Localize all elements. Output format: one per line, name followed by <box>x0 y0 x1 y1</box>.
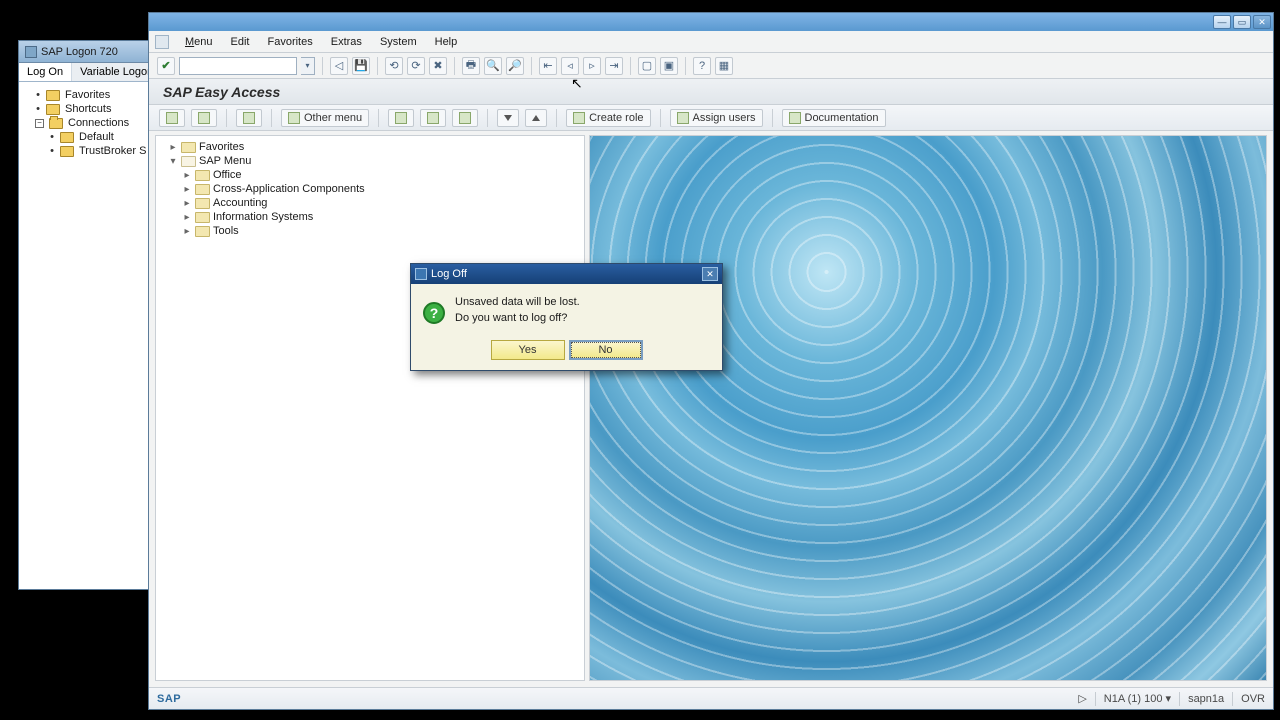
add-favorite-button[interactable] <box>159 109 185 127</box>
content-area: ▸Favorites ▾SAP Menu ▸Office ▸Cross-Appl… <box>149 131 1273 687</box>
status-mode: OVR <box>1232 692 1265 706</box>
dialog-titlebar[interactable]: Log Off ✕ <box>411 264 722 284</box>
prev-page-icon[interactable]: ◃ <box>561 57 579 75</box>
doc-add-icon <box>166 112 178 124</box>
edit-button[interactable] <box>452 109 478 127</box>
check-icon: ✔ <box>161 59 170 72</box>
new-session-icon[interactable]: ▢ <box>638 57 656 75</box>
help-icon[interactable]: ? <box>693 57 711 75</box>
layout-icon[interactable]: ▦ <box>715 57 733 75</box>
folder-icon <box>195 198 210 209</box>
command-field[interactable] <box>179 57 297 75</box>
assign-users-button[interactable]: Assign users <box>670 109 763 127</box>
folder-icon <box>195 212 210 223</box>
status-host: sapn1a <box>1179 692 1224 706</box>
display-button[interactable] <box>388 109 414 127</box>
back-button[interactable]: ◁ <box>330 57 348 75</box>
save-button[interactable]: 💾 <box>352 57 370 75</box>
menu-favorites[interactable]: Favorites <box>260 34 321 50</box>
tree-accounting[interactable]: ▸Accounting <box>160 196 580 210</box>
back-icon[interactable]: ⟲ <box>385 57 403 75</box>
folder-icon <box>195 184 210 195</box>
dialog-text: Unsaved data will be lost. Do you want t… <box>455 294 580 326</box>
users-icon <box>677 112 689 124</box>
triangle-down-icon <box>504 115 512 121</box>
folder-open-icon <box>181 156 196 167</box>
question-icon: ? <box>423 302 445 324</box>
logoff-dialog: Log Off ✕ ? Unsaved data will be lost. D… <box>410 263 723 371</box>
folder-icon <box>243 112 255 124</box>
grid-icon <box>395 112 407 124</box>
role-icon <box>573 112 585 124</box>
tree-tools[interactable]: ▸Tools <box>160 224 580 238</box>
folder-icon <box>195 226 210 237</box>
sap-logo: SAP <box>157 693 181 705</box>
dialog-icon <box>415 268 427 280</box>
find-icon[interactable]: 🔍 <box>484 57 502 75</box>
find-next-icon[interactable]: 🔎 <box>506 57 524 75</box>
sap-logon-icon <box>25 46 37 58</box>
sap-gui-window: — ▭ ✕ Menu Edit Favorites Extras System … <box>148 12 1274 710</box>
close-button[interactable]: ✕ <box>1253 15 1271 29</box>
exit-icon[interactable]: ⟳ <box>407 57 425 75</box>
grid2-icon <box>427 112 439 124</box>
status-nav-icon[interactable]: ▷ <box>1078 692 1086 705</box>
documentation-button[interactable]: Documentation <box>782 109 886 127</box>
status-bar: SAP ▷ N1A (1) 100 ▾ sapn1a OVR <box>149 687 1273 709</box>
doc-icon <box>789 112 801 124</box>
folder-icon <box>195 170 210 181</box>
menu-menu[interactable]: Menu <box>177 34 221 50</box>
minimize-button[interactable]: — <box>1213 15 1231 29</box>
folder-icon <box>181 142 196 153</box>
menu-system[interactable]: System <box>372 34 425 50</box>
collapse-button[interactable] <box>497 109 519 127</box>
page-heading: SAP Easy Access <box>149 79 1273 105</box>
cancel-icon[interactable]: ✖ <box>429 57 447 75</box>
tree-cross-app[interactable]: ▸Cross-Application Components <box>160 182 580 196</box>
next-page-icon[interactable]: ▹ <box>583 57 601 75</box>
list-icon <box>288 112 300 124</box>
menu-bar: Menu Edit Favorites Extras System Help <box>149 31 1273 53</box>
first-page-icon[interactable]: ⇤ <box>539 57 557 75</box>
dialog-title: Log Off <box>431 268 467 280</box>
doc-del-icon <box>198 112 210 124</box>
other-menu-button[interactable]: Other menu <box>281 109 369 127</box>
menu-edit[interactable]: Edit <box>223 34 258 50</box>
status-system[interactable]: N1A (1) 100 ▾ <box>1095 692 1171 706</box>
no-button[interactable]: No <box>569 340 643 360</box>
command-dropdown[interactable]: ▾ <box>301 57 315 75</box>
tree-office[interactable]: ▸Office <box>160 168 580 182</box>
window-titlebar[interactable]: — ▭ ✕ <box>149 13 1273 31</box>
menu-path-button[interactable] <box>236 109 262 127</box>
standard-toolbar: ✔ ▾ ◁ 💾 ⟲ ⟳ ✖ 🖶 🔍 🔎 ⇤ ◃ ▹ ⇥ ▢ ▣ ? ▦ <box>149 53 1273 79</box>
change-button[interactable] <box>420 109 446 127</box>
sap-logon-title: SAP Logon 720 <box>41 46 118 58</box>
triangle-up-icon <box>532 115 540 121</box>
page-title: SAP Easy Access <box>163 84 280 100</box>
delete-favorite-button[interactable] <box>191 109 217 127</box>
tab-log-on[interactable]: Log On <box>19 63 72 81</box>
menu-extras[interactable]: Extras <box>323 34 370 50</box>
tree-information-systems[interactable]: ▸Information Systems <box>160 210 580 224</box>
splash-image <box>589 135 1267 681</box>
expand-button[interactable] <box>525 109 547 127</box>
maximize-button[interactable]: ▭ <box>1233 15 1251 29</box>
dialog-close-button[interactable]: ✕ <box>702 267 718 281</box>
tree-favorites[interactable]: ▸Favorites <box>160 140 580 154</box>
create-role-button[interactable]: Create role <box>566 109 650 127</box>
tree-sap-menu[interactable]: ▾SAP Menu <box>160 154 580 168</box>
last-page-icon[interactable]: ⇥ <box>605 57 623 75</box>
print-icon[interactable]: 🖶 <box>462 57 480 75</box>
yes-button[interactable]: Yes <box>491 340 565 360</box>
enter-button[interactable]: ✔ <box>157 57 175 75</box>
shortcut-icon[interactable]: ▣ <box>660 57 678 75</box>
pencil-icon <box>459 112 471 124</box>
menu-system-icon[interactable] <box>155 35 169 49</box>
navigation-tree[interactable]: ▸Favorites ▾SAP Menu ▸Office ▸Cross-Appl… <box>155 135 585 681</box>
menu-help[interactable]: Help <box>427 34 466 50</box>
application-toolbar: Other menu Create role Assign users Docu… <box>149 105 1273 131</box>
